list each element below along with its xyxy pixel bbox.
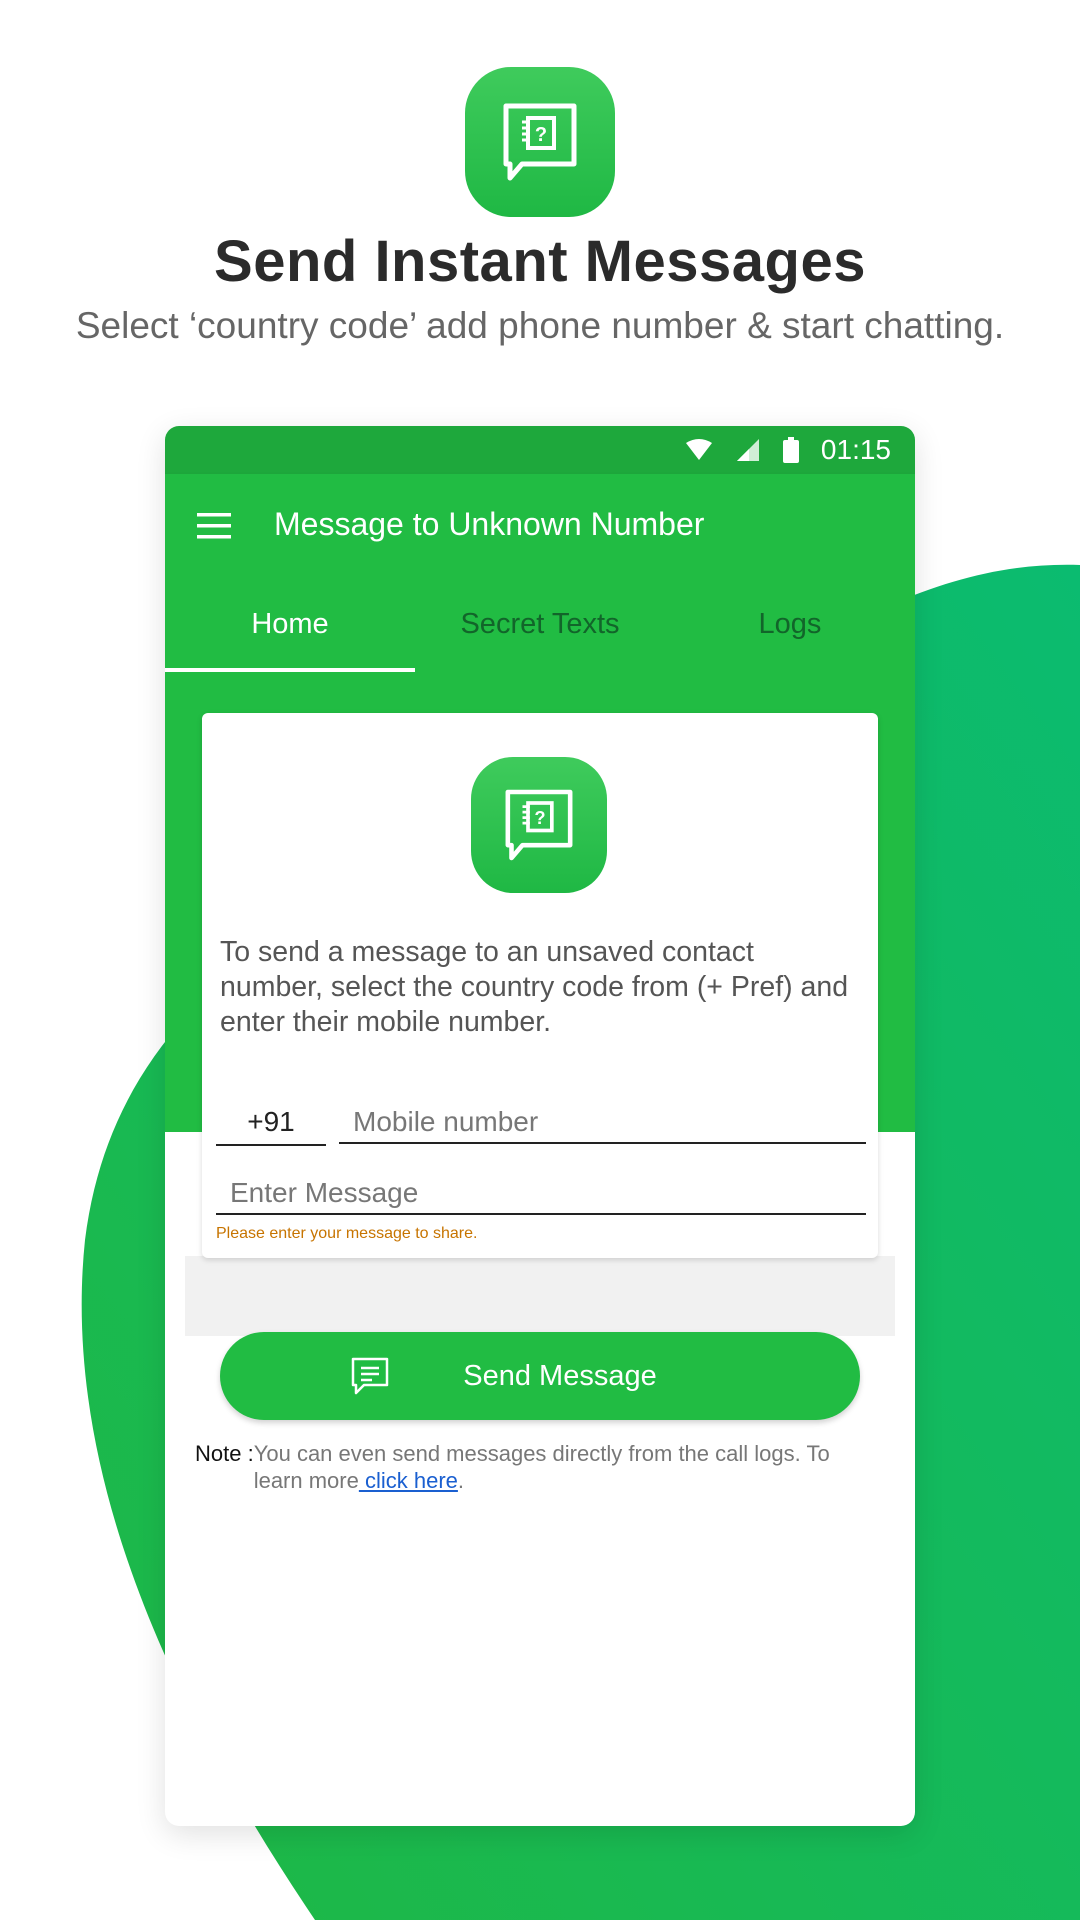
tab-secret-texts[interactable]: Secret Texts bbox=[415, 580, 665, 672]
wifi-icon bbox=[685, 439, 712, 460]
app-toolbar: Message to Unknown Number bbox=[165, 474, 915, 580]
country-code-selector[interactable]: +91 bbox=[216, 1100, 326, 1146]
send-message-button[interactable]: Send Message bbox=[220, 1332, 860, 1420]
app-logo-icon: ? bbox=[465, 67, 615, 217]
note-body: You can even send messages directly from… bbox=[253, 1441, 830, 1493]
status-bar: 01:15 bbox=[165, 426, 915, 474]
promo-title: Send Instant Messages bbox=[214, 229, 866, 294]
compose-card: ? To send a message to an unsaved contac… bbox=[202, 713, 878, 1258]
tab-logs[interactable]: Logs bbox=[665, 580, 915, 672]
hamburger-menu-icon[interactable] bbox=[197, 512, 231, 540]
note-label: Note : bbox=[195, 1441, 254, 1466]
mobile-number-input[interactable]: Mobile number bbox=[339, 1100, 866, 1144]
status-time: 01:15 bbox=[820, 434, 891, 465]
tab-bar: Home Secret Texts Logs bbox=[165, 580, 915, 672]
note-text: Note :You can even send messages directl… bbox=[195, 1440, 885, 1494]
chat-question-icon: ? bbox=[471, 757, 607, 893]
toolbar-title: Message to Unknown Number bbox=[274, 506, 705, 542]
card-shadow-strip bbox=[185, 1256, 895, 1336]
svg-text:?: ? bbox=[535, 124, 547, 146]
signal-icon bbox=[736, 439, 759, 461]
click-here-link[interactable]: click here bbox=[359, 1468, 458, 1493]
promo-subtitle: Select ‘country code’ add phone number &… bbox=[75, 305, 1005, 346]
svg-text:?: ? bbox=[534, 807, 545, 828]
send-message-label: Send Message bbox=[463, 1360, 657, 1392]
message-input[interactable]: Enter Message bbox=[216, 1171, 866, 1215]
phone-screen: 01:15 Message to Unknown Number Home Sec… bbox=[165, 426, 915, 1826]
note-end: . bbox=[457, 1468, 465, 1493]
instructions-text: To send a message to an unsaved contact … bbox=[220, 936, 849, 1038]
message-error-text: Please enter your message to share. bbox=[216, 1225, 478, 1242]
tab-home[interactable]: Home bbox=[165, 580, 415, 672]
battery-icon bbox=[782, 437, 799, 463]
